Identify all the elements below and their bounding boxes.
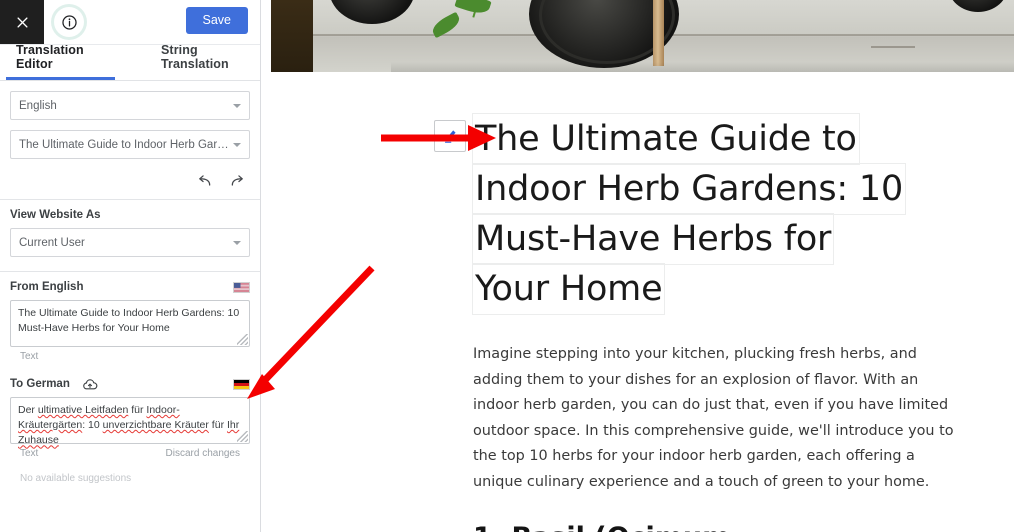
- heading-line: Your Home: [473, 264, 664, 314]
- tab-string-translation[interactable]: String Translation: [151, 43, 260, 80]
- view-as-select[interactable]: Current User: [10, 228, 250, 257]
- sidebar-topbar: Save: [0, 0, 260, 45]
- target-language-section: To German Der ultimative Leitfaden für I…: [0, 366, 260, 488]
- target-text: Der ultimative Leitfaden für Indoor-Kräu…: [18, 404, 240, 447]
- target-field-label: Text: [20, 448, 39, 459]
- source-text: The Ultimate Guide to Indoor Herb Garden…: [18, 307, 240, 335]
- chevron-down-icon: [233, 142, 241, 147]
- wall-smudge: [871, 46, 915, 48]
- tab-translation-editor[interactable]: Translation Editor: [6, 43, 115, 80]
- view-website-as-title: View Website As: [10, 209, 101, 221]
- heading-block: The Ultimate Guide to Indoor Herb Garden…: [434, 114, 968, 314]
- save-button[interactable]: Save: [185, 7, 248, 34]
- article-subheading: 1. Basil (Ocimum: [473, 522, 968, 532]
- page-select[interactable]: The Ultimate Guide to Indoor Herb Garden…: [10, 130, 250, 159]
- to-german-title: To German: [10, 378, 250, 390]
- translation-sidebar: Save Translation Editor String Translati…: [0, 0, 261, 532]
- hero-image: [271, 0, 1014, 72]
- de-flag-icon: [233, 378, 250, 390]
- view-website-as-section: View Website As Current User: [0, 200, 260, 271]
- pencil-edit-icon[interactable]: [434, 120, 466, 152]
- hero-left-edge: [271, 0, 313, 72]
- chevron-down-icon: [233, 240, 241, 245]
- sidebar-tabs: Translation Editor String Translation: [0, 43, 260, 81]
- source-language-section: From English The Ultimate Guide to Indoo…: [0, 272, 260, 366]
- language-select[interactable]: English: [10, 91, 250, 120]
- source-meta-row: Text: [10, 347, 250, 362]
- app-root: Save Translation Editor String Translati…: [0, 0, 1024, 532]
- wooden-stick: [653, 0, 664, 66]
- page-select-value: The Ultimate Guide to Indoor Herb Garden…: [19, 138, 233, 151]
- heading-line: The Ultimate Guide to: [473, 114, 859, 164]
- from-english-label: From English: [10, 281, 84, 293]
- discard-changes-button[interactable]: Discard changes: [166, 448, 240, 459]
- from-english-title: From English: [10, 281, 250, 293]
- selectors-section: English The Ultimate Guide to Indoor Her…: [0, 81, 260, 159]
- language-select-value: English: [19, 99, 57, 112]
- source-field-label: Text: [20, 351, 39, 362]
- undo-arrow-icon[interactable]: [194, 171, 214, 191]
- page-title[interactable]: The Ultimate Guide to Indoor Herb Garden…: [473, 114, 968, 314]
- article-paragraph: Imagine stepping into your kitchen, pluc…: [473, 346, 954, 490]
- source-text-area[interactable]: The Ultimate Guide to Indoor Herb Garden…: [10, 300, 250, 347]
- suggestions-message: No available suggestions: [20, 473, 132, 484]
- redo-arrow-icon[interactable]: [228, 171, 248, 191]
- cloud-upload-icon[interactable]: [82, 378, 98, 390]
- hero-shadow: [391, 62, 1014, 72]
- resize-grip-icon[interactable]: [237, 431, 248, 442]
- history-controls: [0, 169, 260, 199]
- article-content: The Ultimate Guide to Indoor Herb Garden…: [261, 114, 1024, 532]
- resize-grip-icon[interactable]: [237, 334, 248, 345]
- heading-line: Must-Have Herbs for: [473, 214, 833, 264]
- target-text-area[interactable]: Der ultimative Leitfaden für Indoor-Kräu…: [10, 397, 250, 447]
- chevron-down-icon: [233, 103, 241, 108]
- to-german-label: To German: [10, 378, 70, 390]
- view-as-select-value: Current User: [19, 236, 85, 249]
- close-icon[interactable]: [0, 0, 44, 44]
- heading-line: Indoor Herb Gardens: 10: [473, 164, 905, 214]
- us-flag-icon: [233, 281, 250, 293]
- page-preview: The Ultimate Guide to Indoor Herb Garden…: [261, 0, 1024, 532]
- info-icon[interactable]: [54, 7, 84, 37]
